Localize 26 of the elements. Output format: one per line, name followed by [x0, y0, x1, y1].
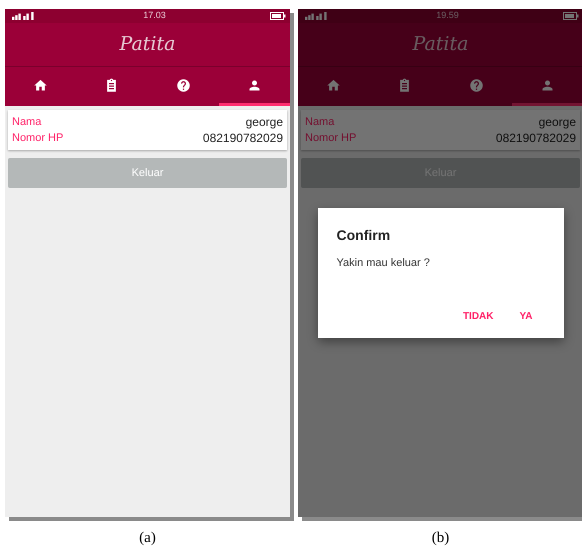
- status-time: 19.59: [436, 9, 459, 22]
- field-value: 082190782029: [496, 130, 576, 146]
- field-label: Nomor HP: [12, 131, 64, 146]
- person-icon: [540, 78, 555, 92]
- field-label: Nama: [305, 115, 334, 130]
- person-icon: [246, 78, 262, 92]
- field-label: Nama: [12, 115, 42, 130]
- field-value: 082190782029: [202, 130, 283, 146]
- app-title: Patita: [120, 32, 176, 58]
- battery-icon: [563, 12, 579, 20]
- field-value: george: [246, 114, 283, 130]
- dialog-message: Yakin mau keluar ?: [336, 256, 431, 271]
- home-icon: [326, 78, 342, 92]
- dialog-title: Confirm: [336, 226, 392, 245]
- status-time: 17.03: [143, 9, 166, 22]
- field-value: george: [538, 114, 576, 130]
- dialog-button[interactable]: YA: [516, 308, 536, 324]
- app-title: Patita: [412, 32, 468, 58]
- battery-icon: [270, 12, 286, 20]
- help-icon: [468, 78, 484, 92]
- help-icon: [176, 78, 191, 92]
- figure-caption: (b): [432, 528, 450, 548]
- field-label: Nomor HP: [305, 131, 356, 146]
- dialog-button[interactable]: TIDAK: [458, 308, 498, 324]
- figure-caption: (a): [139, 528, 156, 548]
- home-icon: [33, 78, 48, 92]
